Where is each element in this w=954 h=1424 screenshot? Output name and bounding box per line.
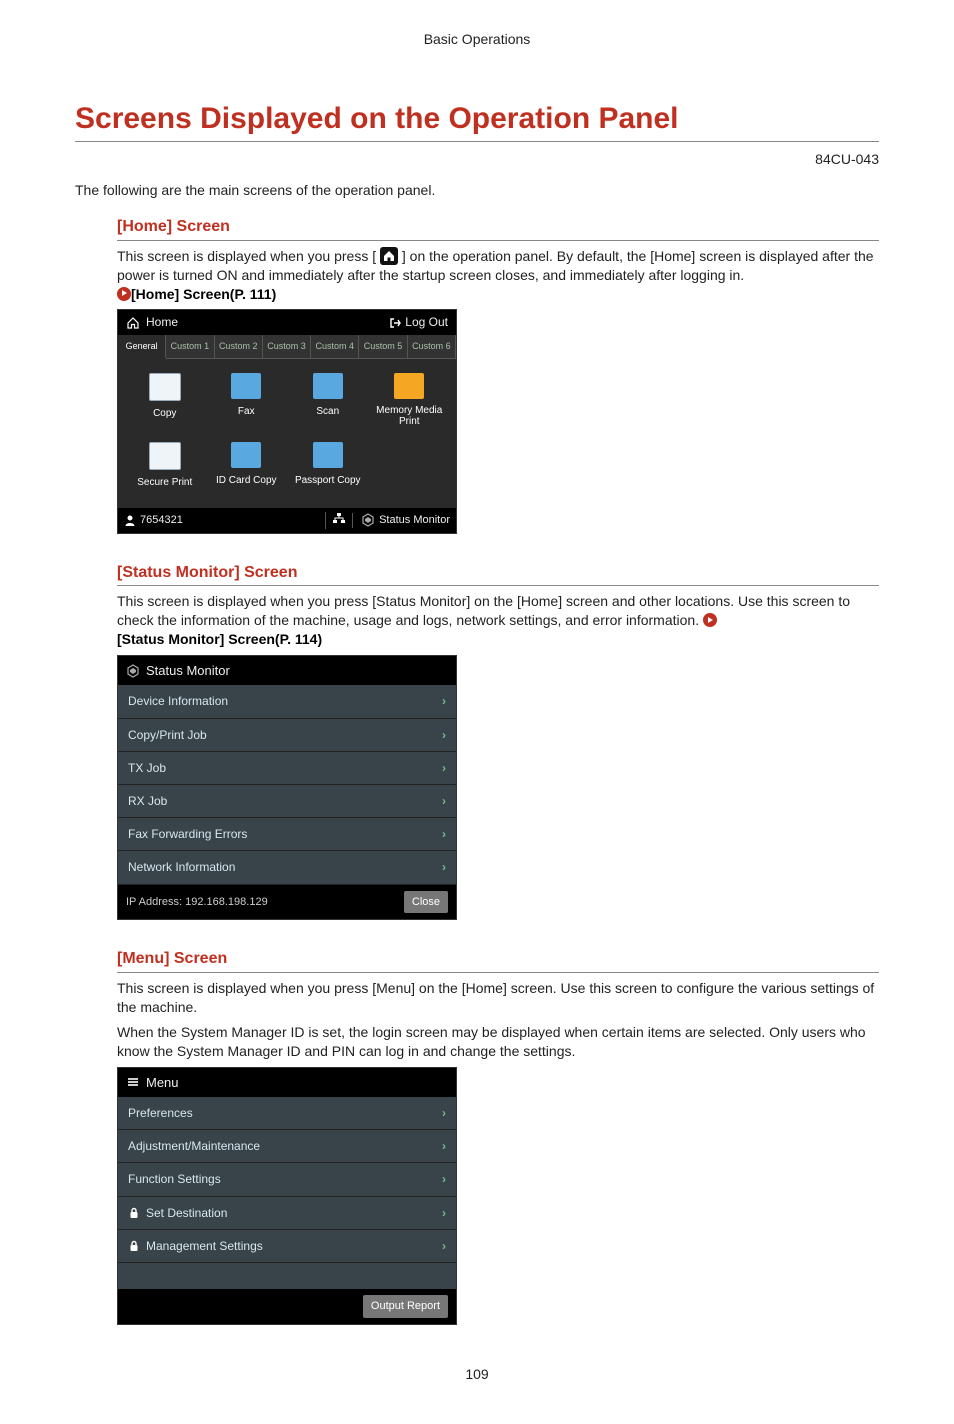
tab-custom1[interactable]: Custom 1 <box>166 335 214 359</box>
chevron-right-icon: › <box>442 1138 446 1154</box>
status-bottombar: IP Address: 192.168.198.129 Close <box>118 885 456 920</box>
user-icon <box>124 514 136 526</box>
link-icon <box>703 613 717 627</box>
tab-custom6[interactable]: Custom 6 <box>408 335 456 359</box>
status-title-label: Status Monitor <box>146 662 230 680</box>
section-status-heading: [Status Monitor] Screen <box>117 562 879 587</box>
home-titlebar: Home Log Out <box>118 310 456 334</box>
section-home-desc-1: This screen is displayed when you press … <box>117 248 376 264</box>
logout-label: Log Out <box>405 314 448 330</box>
user-id: 7654321 <box>140 513 183 528</box>
list-item[interactable]: Management Settings› <box>118 1230 456 1263</box>
icon-passport[interactable]: Passport Copy <box>287 438 369 500</box>
section-menu-desc1: This screen is displayed when you press … <box>117 979 879 1017</box>
status-monitor-icon <box>361 513 375 527</box>
passport-icon <box>313 442 343 468</box>
logout-icon <box>389 317 401 329</box>
logout-button[interactable]: Log Out <box>389 314 448 330</box>
chevron-right-icon: › <box>442 826 446 842</box>
section-menu: [Menu] Screen This screen is displayed w… <box>117 948 879 1324</box>
scan-icon <box>313 373 343 399</box>
list-item[interactable]: Fax Forwarding Errors› <box>118 818 456 851</box>
section-home: [Home] Screen This screen is displayed w… <box>117 216 879 533</box>
tab-custom5[interactable]: Custom 5 <box>359 335 407 359</box>
section-status-desc: This screen is displayed when you press … <box>117 592 879 649</box>
menu-bottombar: Output Report <box>118 1289 456 1324</box>
home-ref-link[interactable]: [Home] Screen(P. 111) <box>131 286 276 302</box>
icon-fax[interactable]: Fax <box>206 369 288 439</box>
status-ref-link[interactable]: [Status Monitor] Screen(P. 114) <box>117 631 322 647</box>
chevron-right-icon: › <box>442 1105 446 1121</box>
home-icon <box>126 316 140 330</box>
list-item[interactable]: TX Job› <box>118 752 456 785</box>
chevron-right-icon: › <box>442 693 446 709</box>
fax-icon <box>231 373 261 399</box>
page-title: Screens Displayed on the Operation Panel <box>75 99 879 143</box>
secure-icon <box>149 442 181 470</box>
chevron-right-icon: › <box>442 1238 446 1254</box>
chevron-right-icon: › <box>442 1205 446 1221</box>
output-report-button[interactable]: Output Report <box>363 1295 448 1318</box>
intro-text: The following are the main screens of th… <box>75 181 879 200</box>
menu-icon <box>126 1075 140 1089</box>
idcard-icon <box>231 442 261 468</box>
tab-row: General Custom 1 Custom 2 Custom 3 Custo… <box>118 335 456 359</box>
network-icon <box>332 512 346 524</box>
section-menu-desc2: When the System Manager ID is set, the l… <box>117 1023 879 1061</box>
list-item[interactable]: Set Destination› <box>118 1197 456 1230</box>
tab-custom3[interactable]: Custom 3 <box>263 335 311 359</box>
section-home-desc: This screen is displayed when you press … <box>117 247 879 304</box>
list-item[interactable]: Copy/Print Job› <box>118 719 456 752</box>
chevron-right-icon: › <box>442 727 446 743</box>
status-monitor-icon <box>126 664 140 678</box>
section-home-heading: [Home] Screen <box>117 216 879 241</box>
list-item[interactable]: Device Information› <box>118 685 456 718</box>
status-monitor-button[interactable]: Status Monitor <box>352 513 450 528</box>
icon-empty <box>369 438 451 500</box>
tab-custom2[interactable]: Custom 2 <box>215 335 263 359</box>
list-item[interactable]: Function Settings› <box>118 1163 456 1196</box>
menu-screenshot: Menu Preferences› Adjustment/Maintenance… <box>117 1067 457 1325</box>
breadcrumb: Basic Operations <box>75 30 879 49</box>
tab-general[interactable]: General <box>118 335 166 359</box>
list-spacer <box>118 1263 456 1289</box>
status-titlebar: Status Monitor <box>118 656 456 686</box>
link-icon <box>117 287 131 301</box>
section-menu-heading: [Menu] Screen <box>117 948 879 973</box>
ip-address-label: IP Address: 192.168.198.129 <box>126 895 404 910</box>
page-number: 109 <box>75 1365 879 1384</box>
icon-copy[interactable]: Copy <box>124 369 206 439</box>
lock-icon <box>128 1240 140 1252</box>
list-item[interactable]: RX Job› <box>118 785 456 818</box>
status-monitor-label: Status Monitor <box>379 513 450 528</box>
icon-memory[interactable]: Memory Media Print <box>369 369 451 439</box>
list-item[interactable]: Adjustment/Maintenance› <box>118 1130 456 1163</box>
chevron-right-icon: › <box>442 760 446 776</box>
menu-title-label: Menu <box>146 1074 179 1092</box>
chevron-right-icon: › <box>442 859 446 875</box>
chevron-right-icon: › <box>442 1171 446 1187</box>
list-item[interactable]: Preferences› <box>118 1097 456 1130</box>
home-statusbar: 7654321 Status Monitor <box>118 508 456 533</box>
memory-icon <box>394 373 424 399</box>
chevron-right-icon: › <box>442 793 446 809</box>
icon-secure[interactable]: Secure Print <box>124 438 206 500</box>
lock-icon <box>128 1207 140 1219</box>
close-button[interactable]: Close <box>404 891 448 914</box>
tab-custom4[interactable]: Custom 4 <box>311 335 359 359</box>
home-button-icon <box>380 247 398 265</box>
copy-icon <box>149 373 181 401</box>
home-screenshot: Home Log Out General Custom 1 Custom 2 C… <box>117 309 457 533</box>
icon-scan[interactable]: Scan <box>287 369 369 439</box>
doc-code: 84CU-043 <box>75 150 879 169</box>
home-title-label: Home <box>146 314 178 330</box>
menu-titlebar: Menu <box>118 1068 456 1098</box>
status-screenshot: Status Monitor Device Information› Copy/… <box>117 655 457 921</box>
section-status: [Status Monitor] Screen This screen is d… <box>117 562 879 921</box>
icon-idcard[interactable]: ID Card Copy <box>206 438 288 500</box>
list-item[interactable]: Network Information› <box>118 851 456 884</box>
